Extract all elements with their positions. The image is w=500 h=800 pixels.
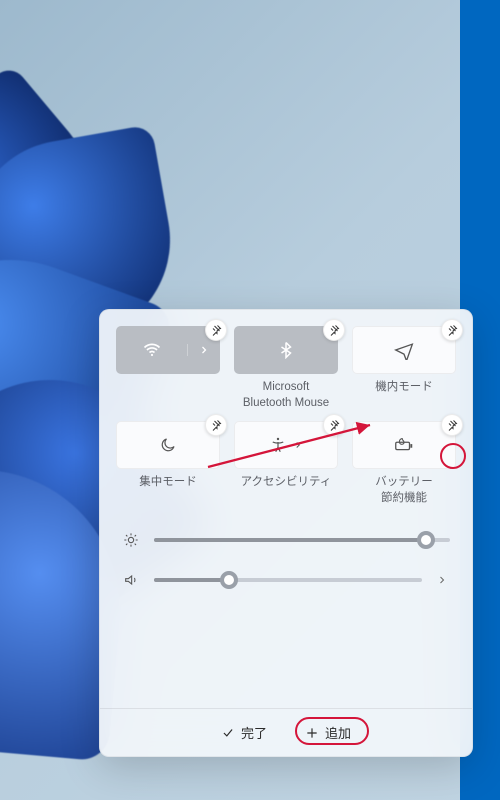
sliders-area [100, 506, 472, 610]
unpin-battery-saver[interactable] [441, 414, 463, 436]
tile-battery-saver-label: バッテリー 節約機能 [375, 475, 433, 506]
bluetooth-icon [277, 341, 295, 359]
tile-battery-saver[interactable] [352, 421, 456, 469]
tile-focus-label: 集中モード [139, 475, 197, 505]
tile-bluetooth[interactable] [234, 326, 338, 374]
brightness-track[interactable] [154, 538, 450, 542]
tile-focus[interactable] [116, 421, 220, 469]
tile-airplane[interactable] [352, 326, 456, 374]
volume-slider[interactable] [122, 560, 450, 600]
tile-airplane-label: 機内モード [375, 380, 433, 410]
tile-wifi-expand[interactable] [187, 344, 219, 356]
add-label: 追加 [325, 723, 351, 742]
tile-wifi[interactable] [116, 326, 220, 374]
check-icon [221, 726, 235, 740]
plus-icon [305, 726, 319, 740]
tile-accessibility-label: アクセシビリティ [241, 475, 332, 505]
volume-icon [122, 572, 140, 588]
wifi-icon [142, 340, 162, 360]
battery-saver-icon [393, 434, 415, 456]
done-button[interactable]: 完了 [211, 718, 277, 747]
add-button[interactable]: 追加 [295, 718, 361, 747]
brightness-icon [122, 532, 140, 548]
done-label: 完了 [241, 723, 267, 742]
unpin-bluetooth[interactable] [323, 319, 345, 341]
unpin-accessibility[interactable] [323, 414, 345, 436]
unpin-icon [210, 324, 222, 336]
chevron-right-icon [198, 344, 210, 356]
volume-expand[interactable] [436, 574, 450, 586]
chevron-right-icon [293, 440, 303, 450]
brightness-slider[interactable] [122, 520, 450, 560]
unpin-focus[interactable] [205, 414, 227, 436]
moon-icon [159, 436, 177, 454]
unpin-icon [328, 419, 340, 431]
tile-accessibility[interactable] [234, 421, 338, 469]
accessibility-icon [269, 436, 287, 454]
unpin-airplane[interactable] [441, 319, 463, 341]
tile-bluetooth-label: Microsoft Bluetooth Mouse [243, 380, 329, 411]
unpin-icon [210, 419, 222, 431]
unpin-icon [446, 324, 458, 336]
unpin-icon [328, 324, 340, 336]
unpin-icon [446, 419, 458, 431]
panel-footer: 完了 追加 [100, 708, 472, 756]
quick-settings-panel: Microsoft Bluetooth Mouse 機内モード 集中モード [99, 309, 473, 757]
quick-settings-tiles: Microsoft Bluetooth Mouse 機内モード 集中モード [100, 310, 472, 506]
volume-track[interactable] [154, 578, 422, 582]
unpin-wifi[interactable] [205, 319, 227, 341]
airplane-icon [394, 340, 414, 360]
